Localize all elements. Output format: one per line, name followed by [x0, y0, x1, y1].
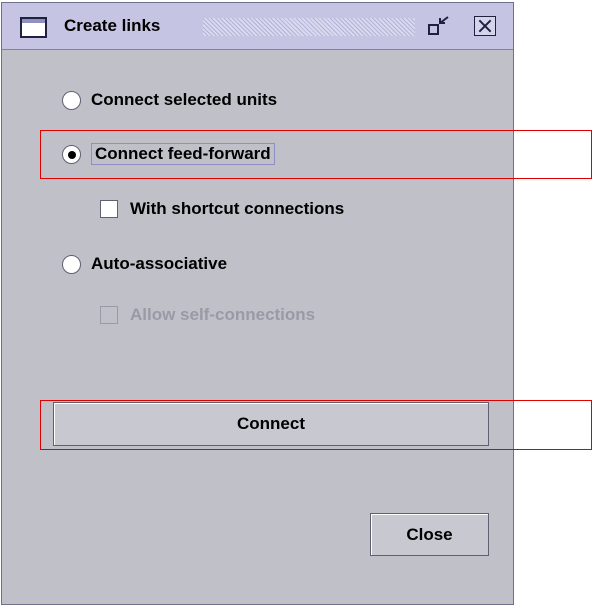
radio-auto-associative[interactable] — [62, 254, 81, 274]
close-window-button[interactable] — [474, 16, 496, 36]
option-with-shortcut-connections[interactable]: With shortcut connections — [100, 199, 344, 219]
minimize-icon — [428, 16, 449, 35]
checkbox-with-shortcut-connections[interactable] — [100, 200, 118, 218]
option-connect-selected-units[interactable]: Connect selected units — [62, 90, 277, 110]
highlight-feed-forward — [40, 130, 592, 179]
option-label: Auto-associative — [91, 254, 228, 273]
title-bar-grip — [203, 18, 415, 36]
option-label: With shortcut connections — [130, 199, 345, 218]
option-label: Connect selected units — [91, 90, 278, 109]
highlight-connect-button — [40, 400, 592, 450]
close-button[interactable]: Close — [370, 513, 489, 556]
option-label: Allow self-connections — [130, 305, 316, 324]
checkbox-allow-self-connections — [100, 306, 118, 324]
window-icon — [20, 17, 47, 38]
option-auto-associative[interactable]: Auto-associative — [62, 254, 227, 274]
title-bar[interactable]: Create links — [2, 3, 513, 50]
minimize-button[interactable] — [427, 16, 451, 36]
option-allow-self-connections: Allow self-connections — [100, 305, 315, 325]
window-title: Create links — [64, 16, 161, 35]
radio-connect-selected-units[interactable] — [62, 90, 81, 110]
